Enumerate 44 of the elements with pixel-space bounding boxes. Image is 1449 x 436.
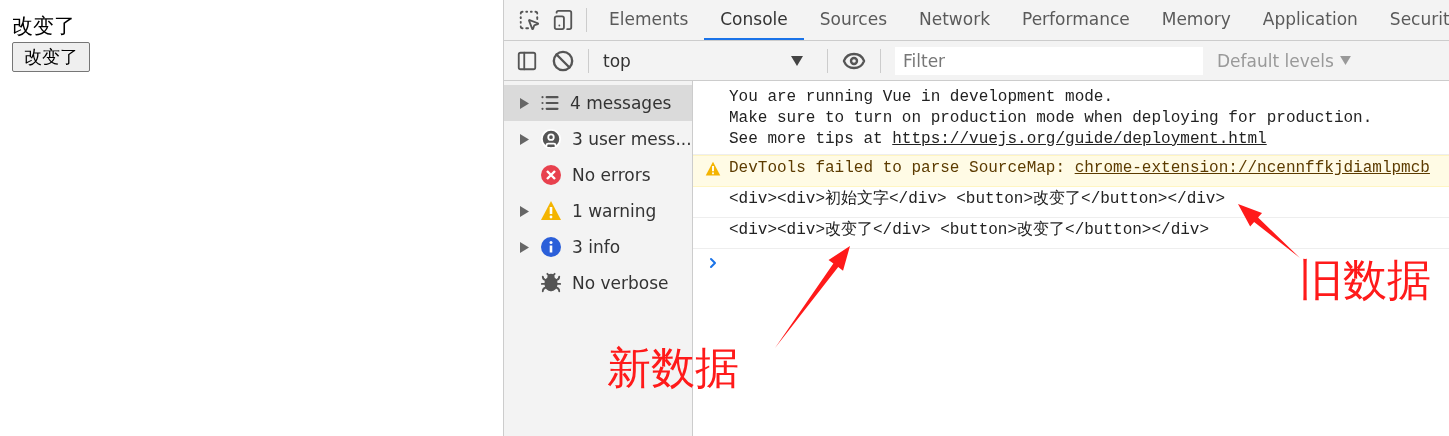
page-text: 改变了	[12, 13, 75, 40]
device-icon[interactable]	[552, 9, 574, 31]
sidebar-item[interactable]: 3 user mess...	[504, 121, 692, 157]
console-text: <div><div>初始文字</div> <button>改变了</button></div>	[729, 189, 1226, 210]
console-text: <div><div>改变了</div> <button>改变了</button></div>	[729, 220, 1210, 241]
devtools-tab[interactable]: Network	[903, 0, 1006, 40]
error-icon	[540, 164, 562, 186]
user-icon	[540, 128, 562, 150]
warning-icon	[540, 200, 562, 222]
sidebar-item[interactable]: No verbose	[504, 265, 692, 301]
sidebar-item[interactable]: 4 messages	[504, 85, 692, 121]
console-text: DevTools failed to parse SourceMap: chrome-extension://ncennffkjdiamlpmcb	[729, 158, 1430, 179]
devtools-tab[interactable]: Performance	[1006, 0, 1146, 40]
devtools-tab[interactable]: Application	[1246, 0, 1374, 40]
console-text: See more tips at https://vuejs.org/guide/deployment.html	[729, 129, 1268, 150]
warning-icon	[705, 161, 721, 177]
expand-triangle-icon[interactable]	[520, 241, 529, 253]
filter-field[interactable]: Filter	[895, 46, 1203, 75]
caret-icon	[1339, 56, 1351, 65]
bug-icon	[540, 272, 562, 294]
context-select[interactable]: top	[603, 50, 813, 71]
devtools-tab[interactable]: Elements	[593, 0, 705, 40]
devtools-tab[interactable]: Securit	[1373, 0, 1449, 40]
clear-console-icon[interactable]	[552, 49, 574, 72]
sidebar-item[interactable]: No errors	[504, 157, 692, 193]
console-link[interactable]: https://vuejs.org/guide/deployment.html	[892, 130, 1267, 148]
inspect-icon[interactable]	[518, 9, 540, 31]
sidebar-item[interactable]: 3 info	[504, 229, 692, 265]
caret-icon	[791, 55, 803, 66]
devtools-tab[interactable]: Memory	[1145, 0, 1247, 40]
annotation-text: 新数据	[607, 346, 739, 390]
change-button[interactable]: 改变了	[12, 42, 90, 72]
expand-triangle-icon[interactable]	[520, 133, 529, 145]
annotation-text: 旧数据	[1299, 258, 1431, 302]
console-text: You are running Vue in development mode.	[729, 87, 1115, 108]
console-link[interactable]: chrome-extension://ncennffkjdiamlpmcb	[1074, 159, 1430, 177]
sidebar-item[interactable]: 1 warning	[504, 193, 692, 229]
sidebar-toggle-icon[interactable]	[516, 49, 538, 72]
expand-triangle-icon[interactable]	[520, 205, 529, 217]
info-icon	[540, 236, 562, 258]
console-text: Make sure to turn on production mode when deploying for production.	[729, 108, 1373, 129]
expand-triangle-icon[interactable]	[520, 97, 529, 109]
devtools-tab[interactable]: Sources	[803, 0, 903, 40]
list-icon	[540, 93, 560, 113]
